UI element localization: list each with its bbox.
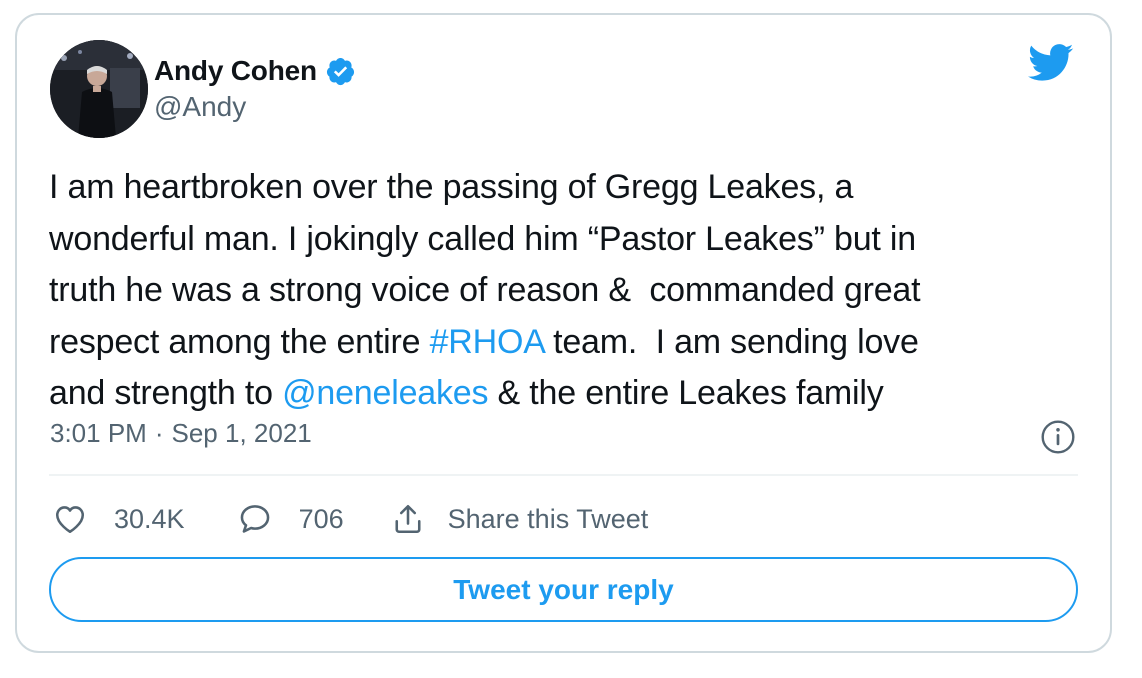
action-bar: 30.4K 706 Share this Tweet — [52, 497, 648, 541]
author-name-row[interactable]: Andy Cohen — [154, 51, 356, 91]
share-label: Share this Tweet — [447, 503, 649, 534]
verified-badge-icon — [326, 57, 354, 85]
share-icon — [395, 504, 421, 534]
info-icon[interactable] — [1040, 419, 1076, 455]
tweet-date[interactable]: Sep 1, 2021 — [172, 418, 312, 449]
tweet-your-reply-button[interactable]: Tweet your reply — [49, 557, 1078, 622]
heart-icon — [55, 506, 85, 534]
author-handle[interactable]: @Andy — [154, 91, 246, 123]
author-name[interactable]: Andy Cohen — [154, 55, 317, 87]
divider — [49, 474, 1078, 476]
tweet-timestamp[interactable]: 3:01 PM · Sep 1, 2021 — [50, 418, 312, 449]
tweet-time[interactable]: 3:01 PM — [50, 418, 147, 449]
tweet-card: Andy Cohen @Andy I am heartbroken over t… — [15, 13, 1112, 653]
twitter-bird-icon[interactable] — [1028, 43, 1074, 83]
mention-link[interactable]: @neneleakes — [282, 374, 488, 412]
reply-button[interactable]: 706 — [237, 501, 344, 537]
avatar[interactable] — [50, 40, 148, 138]
hashtag-link[interactable]: #RHOA — [430, 323, 544, 361]
meta-separator: · — [154, 418, 164, 448]
tweet-text-segment: & the entire Leakes family — [488, 374, 884, 412]
share-button[interactable]: Share this Tweet — [390, 501, 649, 537]
avatar-photo-icon — [50, 40, 148, 138]
like-count: 30.4K — [114, 503, 185, 534]
tweet-text: I am heartbroken over the passing of Gre… — [49, 162, 1099, 420]
reply-bubble-icon — [240, 505, 269, 533]
like-button[interactable]: 30.4K — [52, 501, 185, 537]
reply-count: 706 — [298, 503, 344, 534]
